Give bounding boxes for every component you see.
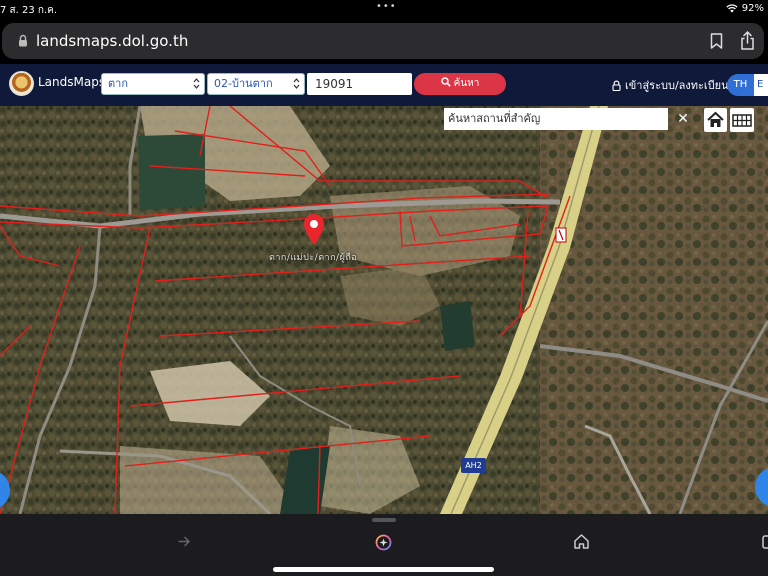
road-label-ah2: AH2 bbox=[461, 458, 486, 473]
grid-icon bbox=[732, 114, 752, 127]
bookmark-icon[interactable] bbox=[710, 33, 723, 49]
parcel-label: ตาก/แม่ปะ/ตาก/ผู้ถือ bbox=[269, 253, 358, 263]
share-icon[interactable] bbox=[740, 31, 755, 50]
browser-chrome: landsmaps.dol.go.th bbox=[0, 18, 768, 64]
padlock-icon bbox=[612, 80, 621, 91]
map-home-button[interactable] bbox=[704, 108, 727, 132]
map-pin-icon[interactable] bbox=[302, 212, 326, 246]
home-icon[interactable] bbox=[573, 533, 590, 550]
app-title: LandsMaps bbox=[38, 75, 106, 89]
tabs-icon[interactable] bbox=[762, 534, 768, 550]
parcel-number-input[interactable]: 19091 bbox=[307, 73, 412, 95]
place-search-input[interactable]: ค้นหาสถานที่สำคัญ bbox=[444, 108, 668, 130]
province-select[interactable]: ตาก bbox=[101, 73, 205, 95]
search-button[interactable]: ค้นหา bbox=[414, 73, 506, 95]
status-right: 92% bbox=[726, 3, 764, 14]
login-link[interactable]: เข้าสู่ระบบ/ลงทะเบียน bbox=[612, 76, 729, 94]
clear-search-button[interactable]: ✕ bbox=[671, 108, 695, 130]
lang-en-button[interactable]: E bbox=[754, 74, 768, 96]
dol-logo-icon bbox=[9, 71, 34, 96]
status-time-date: 7 ส. 23 ก.ค. bbox=[0, 5, 58, 16]
map-view[interactable]: ตาก/แม่ปะ/ตาก/ผู้ถือ AH2 ค้นหาสถานที่สำค… bbox=[0, 106, 768, 514]
status-bar: 7 ส. 23 ก.ค. ••• 92% bbox=[0, 0, 768, 18]
home-indicator bbox=[273, 567, 494, 572]
map-layers-button[interactable] bbox=[730, 108, 754, 132]
chevron-updown-icon bbox=[193, 78, 200, 89]
district-value: 02-บ้านตาก bbox=[214, 77, 273, 90]
lock-icon bbox=[19, 34, 27, 47]
browser-toolbar bbox=[0, 514, 768, 576]
province-value: ตาก bbox=[108, 77, 128, 90]
multitask-dots[interactable]: ••• bbox=[376, 1, 397, 12]
login-label: เข้าสู่ระบบ/ลงทะเบียน bbox=[625, 79, 729, 92]
forward-icon[interactable] bbox=[178, 535, 191, 548]
landsmaps-header: LandsMaps ตาก 02-บ้านตาก 19091 ค้นหา เข้… bbox=[0, 64, 768, 106]
chevron-updown-icon bbox=[293, 78, 300, 89]
screen: 7 ส. 23 ก.ค. ••• 92% landsmaps.dol.go.th bbox=[0, 0, 768, 576]
home-icon bbox=[707, 111, 724, 127]
battery-percent: 92% bbox=[741, 3, 764, 14]
url-text[interactable]: landsmaps.dol.go.th bbox=[36, 32, 188, 50]
address-bar[interactable]: landsmaps.dol.go.th bbox=[2, 23, 764, 59]
search-icon bbox=[440, 77, 451, 87]
wifi-icon bbox=[726, 4, 738, 13]
search-button-label: ค้นหา bbox=[453, 78, 480, 89]
district-select[interactable]: 02-บ้านตาก bbox=[207, 73, 305, 95]
toolbar-grabber[interactable] bbox=[372, 518, 396, 522]
satellite-map bbox=[0, 106, 768, 514]
lang-th-button[interactable]: TH bbox=[727, 74, 754, 96]
assistant-icon[interactable] bbox=[375, 534, 392, 551]
